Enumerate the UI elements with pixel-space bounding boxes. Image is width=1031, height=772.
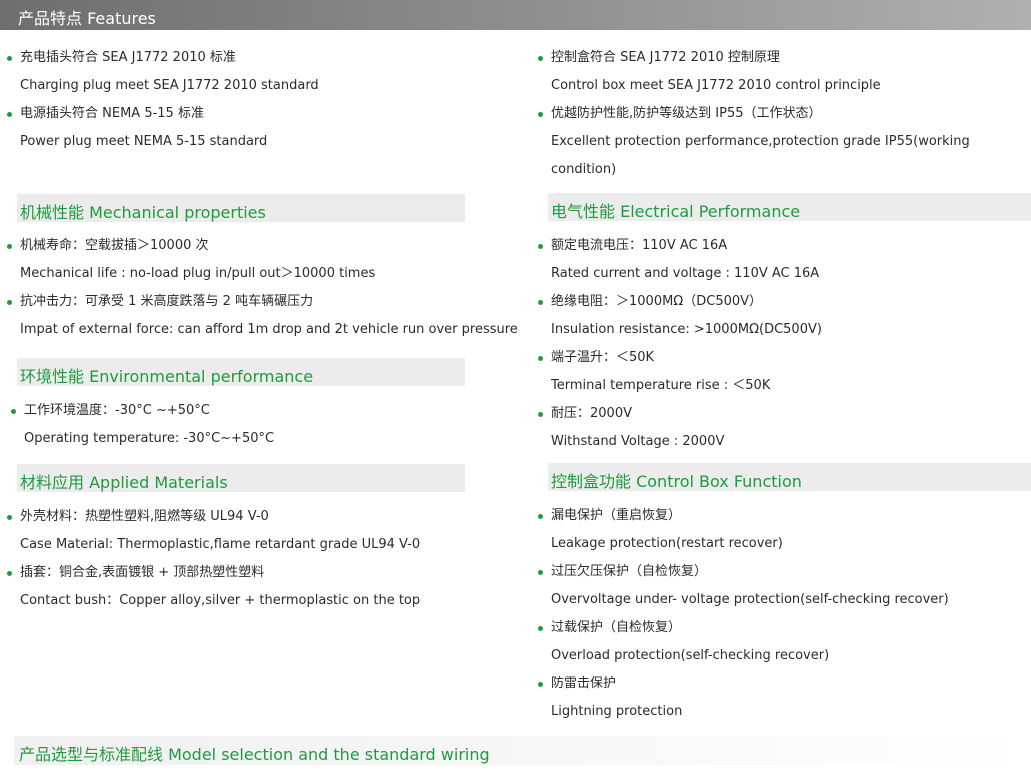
electrical-item-temperature-rise: 端子温升：＜50K Terminal temperature rise : ＜5… <box>537 344 771 400</box>
control-box-zh: 过载保护（自检恢复） <box>537 614 829 642</box>
feature-zh: 电源插头符合 NEMA 5-15 标准 <box>6 100 267 128</box>
control-box-en: Overload protection(self-checking recove… <box>551 648 830 663</box>
section-control-box: 控制盒功能 Control Box Function <box>548 463 1031 491</box>
control-box-en: Lightning protection <box>551 704 683 719</box>
control-box-item-overload: 过载保护（自检恢复） Overload protection(self-chec… <box>537 614 830 670</box>
environmental-en: Operating temperature: -30°C~+50°C <box>24 431 275 446</box>
control-box-en: Leakage protection(restart recover) <box>551 536 783 551</box>
control-box-zh: 过压欠压保护（自检恢复） <box>538 558 949 586</box>
electrical-zh: 耐压：2000V <box>537 400 724 428</box>
control-box-item-lightning: 防雷击保护 Lightning protection <box>537 670 683 726</box>
feature-item-protection: 优越防护性能,防护等级达到 IP55（工作状态） Excellent prote… <box>538 100 1026 184</box>
feature-zh: 优越防护性能,防护等级达到 IP55（工作状态） <box>538 100 1026 128</box>
electrical-en: Insulation resistance: >1000MΩ(DC500V) <box>551 322 822 337</box>
electrical-item-insulation: 绝缘电阻：＞1000MΩ（DC500V） Insulation resistan… <box>538 288 822 344</box>
mechanical-zh: 抗冲击力：可承受 1 米高度跌落与 2 吨车辆碾压力 <box>7 288 518 316</box>
feature-en: Excellent protection performance,protect… <box>551 134 970 177</box>
electrical-zh: 额定电流电压：110V AC 16A <box>537 232 819 260</box>
materials-zh: 外壳材料：热塑性塑料,阻燃等级 UL94 V-0 <box>6 503 420 531</box>
materials-zh: 插套：铜合金,表面镀银 + 顶部热塑性塑料 <box>6 559 420 587</box>
feature-en: Control box meet SEA J1772 2010 control … <box>551 78 881 93</box>
electrical-item-rated: 额定电流电压：110V AC 16A Rated current and vol… <box>537 232 820 288</box>
feature-en: Power plug meet NEMA 5-15 standard <box>20 134 268 149</box>
section-environmental: 环境性能 Environmental performance <box>17 358 465 386</box>
feature-zh: 充电插头符合 SEA J1772 2010 标准 <box>7 44 319 72</box>
electrical-item-withstand: 耐压：2000V Withstand Voltage : 2000V <box>537 400 725 456</box>
section-environmental-title: 环境性能 Environmental performance <box>20 367 314 386</box>
section-electrical: 电气性能 Electrical Performance <box>548 193 1031 221</box>
electrical-en: Withstand Voltage : 2000V <box>551 434 725 449</box>
materials-item-case: 外壳材料：热塑性塑料,阻燃等级 UL94 V-0 Case Material: … <box>6 503 421 559</box>
section-mechanical-title: 机械性能 Mechanical properties <box>20 203 266 222</box>
control-box-item-overvoltage: 过压欠压保护（自检恢复） Overvoltage under- voltage … <box>538 558 949 614</box>
features-title-bar: 产品特点 Features <box>0 0 1031 30</box>
section-materials-title: 材料应用 Applied Materials <box>20 473 228 492</box>
materials-en: Case Material: Thermoplastic,flame retar… <box>20 537 421 552</box>
electrical-zh: 绝缘电阻：＞1000MΩ（DC500V） <box>538 288 822 316</box>
materials-en: Contact bush：Copper alloy,silver + therm… <box>20 593 421 608</box>
environmental-zh: 工作环境温度：-30°C ~+50°C <box>10 397 274 425</box>
control-box-item-leakage: 漏电保护（重启恢复） Leakage protection(restart re… <box>538 502 783 558</box>
mechanical-zh: 机械寿命：空载拔插＞10000 次 <box>6 232 375 260</box>
section-model-selection: 产品选型与标准配线 Model selection and the standa… <box>14 736 1031 765</box>
electrical-en: Terminal temperature rise : ＜50K <box>551 378 771 393</box>
electrical-en: Rated current and voltage : 110V AC 16A <box>551 266 820 281</box>
feature-item-charging-plug: 充电插头符合 SEA J1772 2010 标准 Charging plug m… <box>7 44 319 100</box>
mechanical-item-impact: 抗冲击力：可承受 1 米高度跌落与 2 吨车辆碾压力 Impat of exte… <box>7 288 518 344</box>
feature-item-control-box: 控制盒符合 SEA J1772 2010 控制原理 Control box me… <box>538 44 881 100</box>
feature-en: Charging plug meet SEA J1772 2010 standa… <box>20 78 319 93</box>
mechanical-item-life: 机械寿命：空载拔插＞10000 次 Mechanical life : no-l… <box>6 232 376 288</box>
features-title: 产品特点 Features <box>18 9 156 28</box>
feature-zh: 控制盒符合 SEA J1772 2010 控制原理 <box>538 44 881 72</box>
section-control-box-title: 控制盒功能 Control Box Function <box>551 472 802 491</box>
section-mechanical: 机械性能 Mechanical properties <box>17 194 465 222</box>
mechanical-en: Mechanical life : no-load plug in/pull o… <box>20 266 376 281</box>
environmental-item-temperature: 工作环境温度：-30°C ~+50°C Operating temperatur… <box>10 397 275 453</box>
mechanical-en: Impat of external force: can afford 1m d… <box>20 322 518 337</box>
materials-item-contact-bush: 插套：铜合金,表面镀银 + 顶部热塑性塑料 Contact bush：Coppe… <box>6 559 421 615</box>
section-materials: 材料应用 Applied Materials <box>17 464 465 492</box>
electrical-zh: 端子温升：＜50K <box>537 344 770 372</box>
section-model-selection-title: 产品选型与标准配线 Model selection and the standa… <box>19 745 490 764</box>
feature-item-power-plug: 电源插头符合 NEMA 5-15 标准 Power plug meet NEMA… <box>6 100 268 156</box>
section-electrical-title: 电气性能 Electrical Performance <box>551 202 801 221</box>
control-box-zh: 漏电保护（重启恢复） <box>538 502 783 530</box>
control-box-en: Overvoltage under- voltage protection(se… <box>551 592 949 607</box>
control-box-zh: 防雷击保护 <box>537 670 682 698</box>
